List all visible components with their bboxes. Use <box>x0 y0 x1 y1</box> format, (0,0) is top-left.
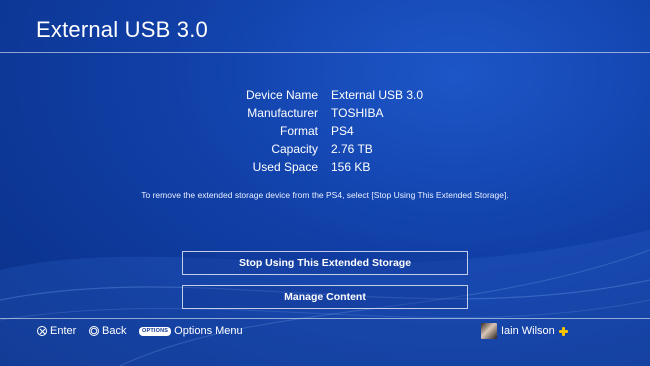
user-profile: Iain Wilson <box>481 322 568 340</box>
footer-divider <box>0 318 650 319</box>
playstation-plus-icon <box>558 326 568 336</box>
back-hint-label: Back <box>102 325 127 337</box>
back-hint: Back <box>89 322 126 340</box>
avatar <box>481 323 497 339</box>
cross-button-icon <box>37 326 47 336</box>
info-value: PS4 <box>331 124 354 138</box>
user-name: Iain Wilson <box>501 325 555 337</box>
info-value: TOSHIBA <box>331 106 384 120</box>
options-button-icon: OPTIONS <box>139 326 172 336</box>
info-label: Used Space <box>252 160 318 174</box>
device-info-list: Device Name External USB 3.0 Manufacture… <box>0 86 650 176</box>
info-row-used-space: Used Space 156 KB <box>0 158 650 176</box>
info-value: External USB 3.0 <box>331 88 424 102</box>
info-row-manufacturer: Manufacturer TOSHIBA <box>0 104 650 122</box>
stop-using-storage-button[interactable]: Stop Using This Extended Storage <box>182 251 468 275</box>
options-hint: OPTIONS Options Menu <box>139 322 243 340</box>
options-hint-label: Options Menu <box>174 325 243 337</box>
footer-bar: Enter Back OPTIONS Options Menu Iain Wil… <box>0 322 650 340</box>
info-label: Device Name <box>245 88 318 102</box>
background-waves <box>0 230 650 366</box>
info-row-capacity: Capacity 2.76 TB <box>0 140 650 158</box>
info-label: Capacity <box>271 142 318 156</box>
circle-button-icon <box>89 326 99 336</box>
manage-content-button[interactable]: Manage Content <box>182 285 468 309</box>
info-value: 2.76 TB <box>331 142 373 156</box>
info-label: Format <box>279 124 318 138</box>
info-row-format: Format PS4 <box>0 122 650 140</box>
info-value: 156 KB <box>331 160 371 174</box>
page-title: External USB 3.0 <box>36 17 208 42</box>
enter-hint-label: Enter <box>50 325 77 337</box>
info-label: Manufacturer <box>247 106 318 120</box>
info-row-device-name: Device Name External USB 3.0 <box>0 86 650 104</box>
header-divider <box>0 52 650 53</box>
enter-hint: Enter <box>37 322 76 340</box>
removal-instructions: To remove the extended storage device fr… <box>141 190 509 200</box>
